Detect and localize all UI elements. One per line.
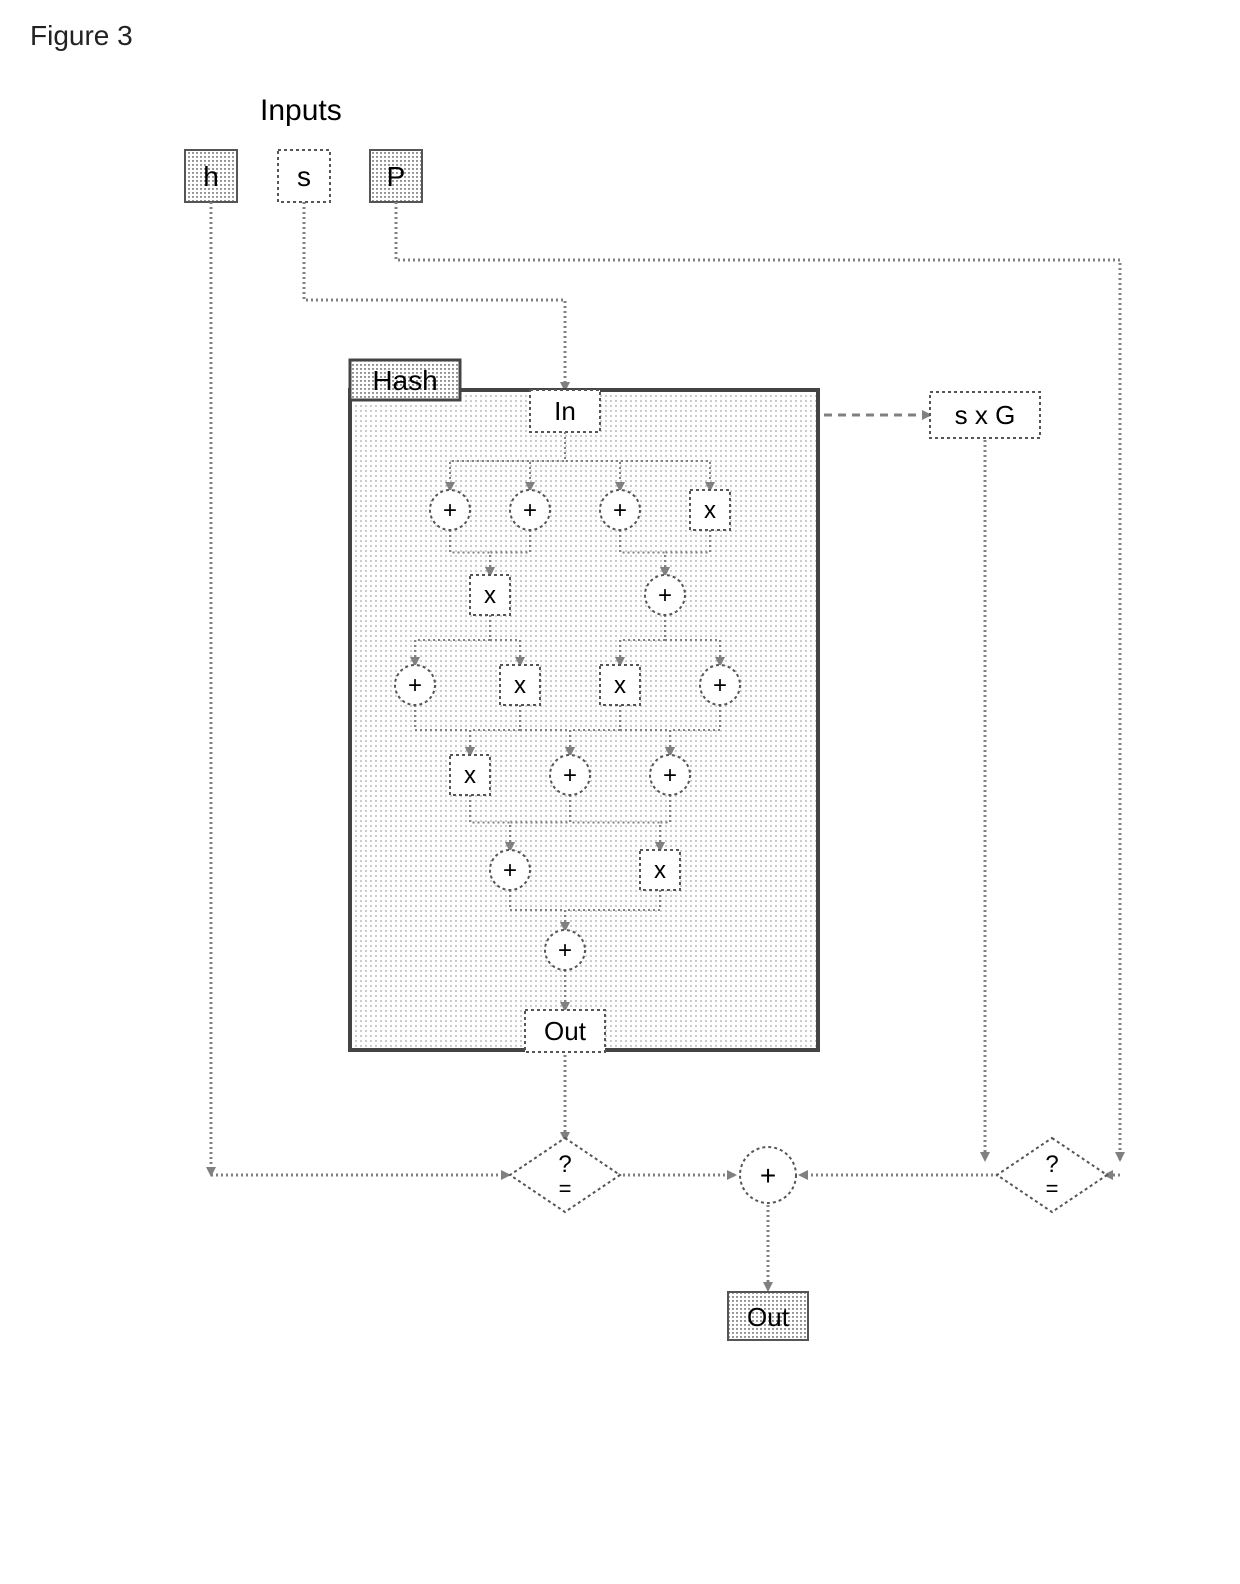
diagram-svg: Inputs h s P — [0, 0, 1240, 1584]
gate-r5b: x — [640, 850, 680, 890]
gate-r3c: x — [600, 665, 640, 705]
svg-text:s x G: s x G — [955, 400, 1016, 430]
inputs-label: Inputs — [260, 94, 342, 127]
sxG-box: s x G — [930, 392, 1040, 438]
svg-text:+: + — [663, 762, 677, 789]
hash-out: Out — [525, 1010, 605, 1052]
gate-r1a: + — [430, 490, 470, 530]
svg-text:x: x — [704, 497, 716, 524]
gate-r4b: + — [550, 755, 590, 795]
svg-text:+: + — [658, 582, 672, 609]
svg-text:+: + — [443, 497, 457, 524]
svg-text:s: s — [297, 161, 311, 192]
svg-text:=: = — [559, 1176, 572, 1201]
svg-text:Out: Out — [544, 1016, 587, 1046]
gate-r4a: x — [450, 755, 490, 795]
gate-r5a: + — [490, 850, 530, 890]
svg-text:x: x — [464, 762, 476, 789]
svg-text:h: h — [203, 161, 219, 192]
gate-r3d: + — [700, 665, 740, 705]
input-h: h — [185, 150, 237, 202]
svg-text:+: + — [613, 497, 627, 524]
comparator-left: ? = — [510, 1138, 620, 1212]
gate-r1b: + — [510, 490, 550, 530]
svg-text:+: + — [713, 672, 727, 699]
svg-text:Out: Out — [747, 1302, 790, 1332]
svg-text:?: ? — [558, 1151, 571, 1178]
gate-r2b: + — [645, 575, 685, 615]
hash-in: In — [530, 390, 600, 432]
svg-text:x: x — [484, 582, 496, 609]
final-out: Out — [728, 1292, 808, 1340]
svg-text:x: x — [654, 857, 666, 884]
input-s: s — [278, 150, 330, 202]
svg-text:?: ? — [1045, 1151, 1058, 1178]
svg-text:+: + — [408, 672, 422, 699]
comparator-right: ? = — [997, 1138, 1107, 1212]
svg-text:+: + — [558, 937, 572, 964]
svg-text:In: In — [554, 396, 576, 426]
svg-text:+: + — [760, 1160, 776, 1191]
svg-text:P: P — [387, 161, 406, 192]
combiner-plus: + — [740, 1147, 796, 1203]
gate-r1c: + — [600, 490, 640, 530]
svg-text:+: + — [563, 762, 577, 789]
svg-text:+: + — [503, 857, 517, 884]
input-P: P — [370, 150, 422, 202]
gate-r3b: x — [500, 665, 540, 705]
svg-text:x: x — [514, 672, 526, 699]
gate-r2a: x — [470, 575, 510, 615]
gate-r4c: + — [650, 755, 690, 795]
gate-r1d: x — [690, 490, 730, 530]
svg-text:=: = — [1046, 1176, 1059, 1201]
svg-text:x: x — [614, 672, 626, 699]
svg-text:+: + — [523, 497, 537, 524]
gate-r3a: + — [395, 665, 435, 705]
svg-text:Hash: Hash — [372, 365, 437, 396]
gate-r6a: + — [545, 930, 585, 970]
